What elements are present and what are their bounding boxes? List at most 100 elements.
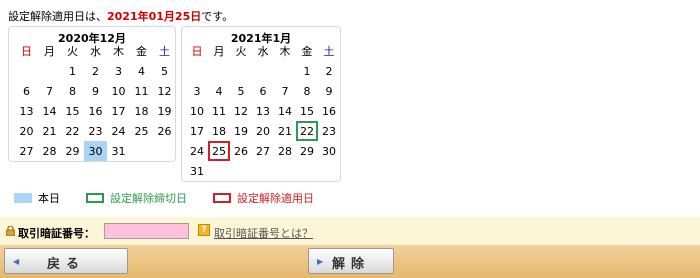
legend-deadline-swatch bbox=[86, 193, 104, 203]
weekday-header: 月 bbox=[44, 45, 55, 58]
calendar-day: 3 bbox=[115, 64, 122, 78]
legend-today-swatch bbox=[14, 193, 32, 203]
calendar-day: 8 bbox=[303, 84, 311, 98]
calendar-day: 26 bbox=[234, 144, 248, 158]
calendar-day: 16 bbox=[88, 104, 103, 118]
calendar-day: 9 bbox=[92, 84, 99, 98]
calendar-day: 31 bbox=[111, 144, 126, 158]
calendar-day: 15 bbox=[65, 104, 80, 118]
calendar-day: 5 bbox=[237, 84, 245, 98]
weekday-header: 火 bbox=[235, 45, 247, 58]
calendar-day: 1 bbox=[303, 64, 311, 78]
calendar-day: 22 bbox=[65, 124, 80, 138]
calendar-day: 6 bbox=[259, 84, 267, 98]
calendar-empty-cell bbox=[153, 141, 176, 161]
calendar-day: 14 bbox=[278, 104, 292, 118]
calendar-day: 11 bbox=[134, 84, 149, 98]
calendar-day: 7 bbox=[281, 84, 289, 98]
back-button[interactable]: ◀ 戻る bbox=[4, 248, 128, 274]
calendar-day: 21 bbox=[278, 124, 292, 138]
auth-password-input[interactable] bbox=[104, 223, 189, 239]
calendar-empty-cell bbox=[208, 161, 230, 181]
calendar-empty-cell bbox=[252, 61, 274, 81]
calendar-day: 24 bbox=[190, 144, 204, 158]
calendar-day: 29 bbox=[65, 144, 80, 158]
auth-bar: 取引暗証番号： ? 取引暗証番号とは？ bbox=[0, 217, 700, 245]
calendar-empty-cell bbox=[252, 161, 274, 181]
weekday-header: 木 bbox=[113, 45, 124, 58]
legend-deadline-label: 設定解除締切日 bbox=[110, 192, 187, 205]
weekday-header: 土 bbox=[323, 45, 335, 58]
weekday-header: 月 bbox=[213, 45, 225, 58]
notice-prefix: 設定解除適用日は、 bbox=[8, 10, 107, 23]
calendar-day: 23 bbox=[88, 124, 103, 138]
legend: 本日 設定解除締切日 設定解除適用日 bbox=[14, 190, 340, 206]
calendar-day: 18 bbox=[212, 124, 226, 138]
calendar-day: 27 bbox=[19, 144, 34, 158]
weekday-header: 日 bbox=[21, 45, 32, 58]
calendar-day: 25 bbox=[208, 141, 230, 161]
calendar-day: 24 bbox=[111, 124, 126, 138]
help-link[interactable]: 取引暗証番号とは？ bbox=[214, 225, 313, 241]
calendar-grid: 日月火水木金土 1 2 3 4 5 6 7 8 9 10 11 12 13 14 15 16 17 18 19 20 21… bbox=[15, 41, 176, 161]
calendar-day: 5 bbox=[161, 64, 168, 78]
legend-apply-swatch bbox=[213, 193, 231, 203]
calendar-empty-cell bbox=[15, 61, 38, 81]
calendar-empty-cell bbox=[130, 141, 153, 161]
help-icon[interactable]: ? bbox=[198, 224, 210, 236]
calendar-day: 10 bbox=[111, 84, 126, 98]
calendar-day: 4 bbox=[138, 64, 145, 78]
calendar-day: 16 bbox=[322, 104, 336, 118]
calendar-day: 23 bbox=[322, 124, 336, 138]
calendar-empty-cell bbox=[208, 61, 230, 81]
calendar-day: 26 bbox=[157, 124, 172, 138]
weekday-header: 金 bbox=[136, 45, 147, 58]
legend-today-label: 本日 bbox=[38, 192, 60, 205]
calendar-day: 10 bbox=[190, 104, 204, 118]
notice-date: 2021年01月25日 bbox=[107, 10, 202, 23]
calendar-day: 7 bbox=[46, 84, 53, 98]
weekday-header: 木 bbox=[279, 45, 291, 58]
cancel-button-label: 解除 bbox=[331, 257, 370, 272]
button-bar: ◀ 戻る ▶ 解除 bbox=[0, 245, 700, 278]
calendar-day: 31 bbox=[190, 164, 204, 178]
calendar-day: 3 bbox=[193, 84, 201, 98]
calendar-empty-cell bbox=[274, 161, 296, 181]
lock-icon bbox=[6, 226, 15, 236]
calendar-day: 13 bbox=[256, 104, 270, 118]
calendar-day: 17 bbox=[190, 124, 204, 138]
calendar-day: 15 bbox=[300, 104, 314, 118]
calendar-empty-cell bbox=[274, 61, 296, 81]
calendar-day: 21 bbox=[42, 124, 57, 138]
calendar-day: 19 bbox=[157, 104, 172, 118]
calendar-day: 6 bbox=[23, 84, 30, 98]
calendar-day: 25 bbox=[134, 124, 149, 138]
calendar-empty-cell bbox=[296, 161, 318, 181]
calendar-day: 2 bbox=[92, 64, 99, 78]
calendar-day: 12 bbox=[157, 84, 172, 98]
calendar-january: 2021年1月 日月火水木金土 1 2 3 4 5 6 7 8 9 10 11 12 13 14 15 16 17… bbox=[181, 26, 341, 182]
calendar-day: 19 bbox=[234, 124, 248, 138]
legend-apply-label: 設定解除適用日 bbox=[237, 192, 314, 205]
weekday-header: 水 bbox=[90, 45, 101, 58]
calendar-empty-cell bbox=[230, 161, 252, 181]
calendar-day: 27 bbox=[256, 144, 270, 158]
back-button-label: 戻る bbox=[46, 257, 85, 272]
calendar-day: 22 bbox=[296, 121, 318, 141]
calendar-day: 20 bbox=[19, 124, 34, 138]
calendar-day: 30 bbox=[322, 144, 336, 158]
calendar-day: 28 bbox=[278, 144, 292, 158]
weekday-header: 日 bbox=[191, 45, 203, 58]
calendar-day: 12 bbox=[234, 104, 248, 118]
calendar-day: 8 bbox=[69, 84, 76, 98]
auth-label: 取引暗証番号： bbox=[18, 227, 95, 240]
calendar-day: 20 bbox=[256, 124, 270, 138]
calendar-empty-cell bbox=[318, 161, 340, 181]
calendar-day: 13 bbox=[19, 104, 34, 118]
cancel-button[interactable]: ▶ 解除 bbox=[308, 248, 394, 274]
notice-text: 設定解除適用日は、2021年01月25日です。 bbox=[8, 8, 233, 24]
weekday-header: 火 bbox=[67, 45, 78, 58]
calendar-day: 4 bbox=[215, 84, 223, 98]
calendar-day: 9 bbox=[325, 84, 333, 98]
weekday-header: 金 bbox=[301, 45, 313, 58]
